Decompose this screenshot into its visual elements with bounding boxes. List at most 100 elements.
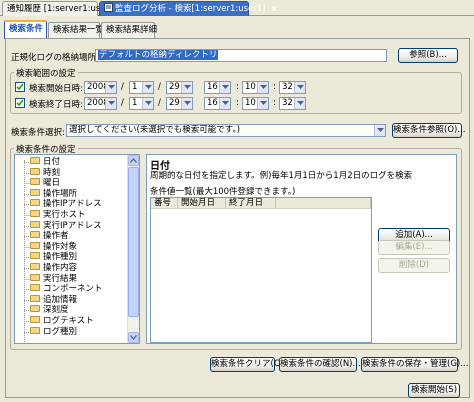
tree-item[interactable]: 日付: [30, 157, 60, 167]
chevron-down-icon: [257, 98, 268, 109]
tree-branch-line: [24, 321, 29, 322]
condition-reference-button[interactable]: 検索条件参照(O)...: [392, 123, 465, 138]
start-datetime-checkbox[interactable]: [15, 82, 25, 92]
tree-item[interactable]: コンポーネント: [30, 284, 103, 294]
tree-item[interactable]: 操作者: [30, 231, 69, 241]
folder-icon: [30, 210, 40, 217]
log-dir-input[interactable]: デフォルトの格納ディレクトリ: [95, 49, 387, 62]
column-header-filler: [276, 198, 371, 209]
chevron-down-icon: [294, 82, 305, 93]
tab-label: 監査ログ分析 - 検索[1:server1:user1]: [115, 4, 266, 14]
end-year-select[interactable]: 2008: [84, 97, 117, 110]
search-range-title: 検索範囲の設定: [14, 67, 78, 79]
condition-value-table[interactable]: 番号 開始月日 終了月日: [150, 197, 372, 343]
tree-item[interactable]: 操作対象: [30, 242, 77, 252]
scroll-down-button[interactable]: [128, 332, 139, 343]
end-second-select[interactable]: 32: [279, 97, 306, 110]
tree-branch-line: [24, 289, 29, 290]
tree-item-label: ログテキスト: [43, 316, 94, 326]
end-hour-value: 16: [207, 98, 218, 108]
tree-item[interactable]: 追加情報: [30, 295, 77, 305]
start-year-select[interactable]: 2008: [84, 81, 117, 94]
tree-item[interactable]: 時刻: [30, 168, 60, 178]
end-day-select[interactable]: 29: [166, 97, 193, 110]
start-minute-select[interactable]: 10: [242, 81, 269, 94]
date-separator: /: [121, 82, 124, 92]
folder-icon: [30, 284, 40, 291]
start-datetime-label: 検索開始日時:: [29, 84, 83, 94]
tab-search-results-detail[interactable]: 検索結果詳細: [101, 22, 158, 38]
edit-button[interactable]: 編集(E)...: [378, 240, 450, 255]
end-datetime-checkbox[interactable]: [15, 98, 25, 108]
tree-branch-line: [24, 215, 29, 216]
tree-item[interactable]: 実行結果: [30, 274, 77, 284]
tab-search-conditions[interactable]: 検索条件: [4, 20, 47, 39]
end-hour-select[interactable]: 16: [204, 97, 231, 110]
condition-select-label: 検索条件選択:: [11, 128, 65, 138]
tree-item-label: コンポーネント: [43, 284, 103, 294]
folder-icon: [30, 168, 40, 175]
column-header-start-date[interactable]: 開始月日: [178, 198, 226, 209]
folder-icon: [30, 327, 40, 334]
audit-log-icon: [104, 3, 113, 12]
date-separator: /: [158, 98, 161, 108]
close-icon[interactable]: ×: [271, 4, 278, 14]
tree-item[interactable]: 深刻度: [30, 305, 69, 315]
tree-branch-line: [24, 300, 29, 301]
condition-select[interactable]: 選択してください(未選択でも検索可能です。): [66, 124, 386, 137]
browse-button[interactable]: 参照(B)...: [398, 48, 458, 63]
delete-button[interactable]: 削除(D): [378, 258, 450, 273]
tree-item-label: 操作対象: [43, 242, 78, 252]
folder-icon: [30, 199, 40, 206]
column-header-end-date[interactable]: 終了月日: [226, 198, 276, 209]
chevron-down-icon: [130, 335, 137, 340]
folder-icon: [30, 305, 40, 312]
tab-label: 検索結果詳細: [106, 25, 158, 35]
tree-item-label: 実行IPアドレス: [43, 221, 102, 231]
tab-notification-history[interactable]: 通知履歴 [1:server1:user1]: [2, 1, 118, 16]
tab-label: 検索条件: [9, 24, 44, 34]
start-month-select[interactable]: 1: [129, 81, 154, 94]
save-manage-conditions-button[interactable]: 検索条件の保存・管理(G)...: [361, 357, 468, 372]
folder-icon: [30, 252, 40, 259]
end-second-value: 32: [282, 98, 293, 108]
tree-item[interactable]: 実行ホスト: [30, 210, 86, 220]
chevron-down-icon: [257, 82, 268, 93]
end-minute-value: 10: [245, 98, 256, 108]
confirm-conditions-button[interactable]: 検索条件の確認(N)...: [279, 357, 361, 372]
tree-item[interactable]: ログ種別: [30, 327, 77, 337]
tree-item[interactable]: 曜日: [30, 178, 60, 188]
tree-item[interactable]: 操作内容: [30, 263, 77, 273]
time-separator: :: [236, 82, 239, 92]
tree-branch-line: [24, 257, 29, 258]
tree-item[interactable]: 操作場所: [30, 189, 77, 199]
chevron-down-icon: [142, 98, 153, 109]
end-month-select[interactable]: 1: [129, 97, 154, 110]
date-separator: /: [158, 82, 161, 92]
start-day-select[interactable]: 29: [166, 81, 193, 94]
start-search-button[interactable]: 検索開始(S): [408, 383, 460, 398]
tab-audit-log-search[interactable]: 監査ログ分析 - 検索[1:server1:user1] ×: [99, 1, 278, 16]
tab-search-results-list[interactable]: 検索結果一覧: [48, 22, 104, 38]
tree-branch-line: [24, 268, 29, 269]
scroll-up-button[interactable]: [128, 155, 139, 166]
tree-item[interactable]: 操作IPアドレス: [30, 199, 102, 209]
start-second-select[interactable]: 32: [279, 81, 306, 94]
end-minute-select[interactable]: 10: [242, 97, 269, 110]
tree-branch-line: [24, 173, 29, 174]
scroll-thumb[interactable]: [128, 167, 139, 317]
folder-icon: [30, 157, 40, 164]
clear-conditions-button[interactable]: 検索条件クリア(C): [210, 357, 283, 372]
tree-item[interactable]: 実行IPアドレス: [30, 221, 102, 231]
start-minute-value: 10: [245, 82, 256, 92]
detail-description: 周期的な日付を指定します。例)毎年1月1日から1月2日のログを検索: [150, 171, 413, 181]
tree-item[interactable]: ログテキスト: [30, 316, 94, 326]
start-hour-value: 16: [207, 82, 218, 92]
end-day-value: 29: [169, 98, 180, 108]
start-hour-select[interactable]: 16: [204, 81, 231, 94]
tree-item-label: 実行結果: [43, 274, 78, 284]
tree-item[interactable]: 操作種別: [30, 252, 77, 262]
start-day-value: 29: [169, 82, 180, 92]
column-header-number[interactable]: 番号: [151, 198, 178, 209]
tree-branch-line: [24, 332, 29, 333]
